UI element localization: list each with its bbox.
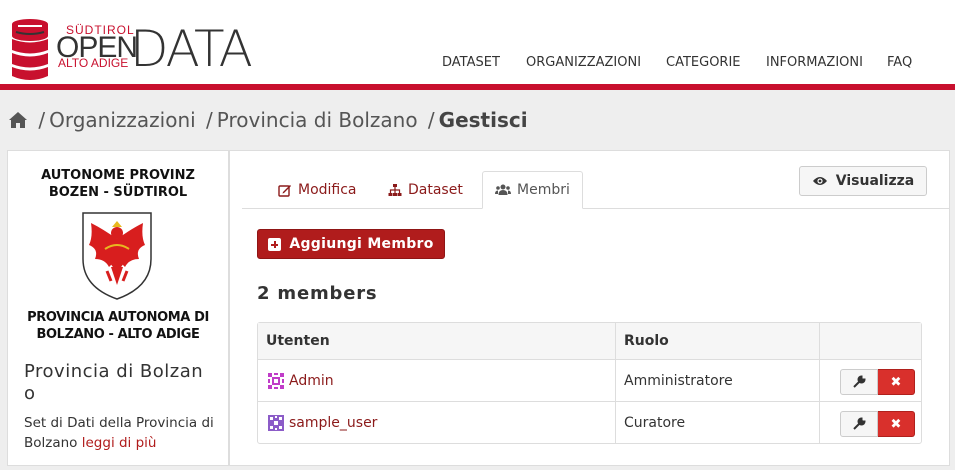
site-header: SÜDTIROL OPEN ALTO ADIGE DATA DATASET OR… (0, 0, 955, 84)
tab-membri[interactable]: Membri (482, 171, 583, 209)
eye-icon (812, 177, 827, 185)
add-member-button[interactable]: Aggiungi Membro (257, 229, 445, 259)
org-logo-line: BOLZANO - ALTO ADIGE (36, 327, 200, 342)
tab-label: Dataset (408, 182, 463, 198)
nav-informazioni[interactable]: INFORMAZIONI (766, 55, 863, 70)
tab-label: Membri (517, 182, 570, 198)
nav-faq[interactable]: FAQ (887, 55, 912, 70)
actions-cell: ✖ (819, 360, 922, 401)
user-avatar-icon (266, 412, 286, 433)
add-member-label: Aggiungi Membro (289, 236, 434, 252)
user-avatar-icon (266, 370, 286, 391)
user-name: Admin (289, 372, 334, 389)
breadcrumb-separator: / (206, 108, 213, 132)
sitemap-icon (388, 184, 402, 196)
user-cell: Admin (258, 360, 615, 401)
breadcrumb-separator: / (427, 108, 435, 132)
table-row: sample_user Curatore ✖ (258, 401, 921, 443)
org-logo-line: BOZEN - SÜDTIROL (48, 185, 188, 200)
breadcrumb-current: Gestisci (438, 108, 528, 132)
site-logo[interactable]: SÜDTIROL OPEN ALTO ADIGE DATA (8, 14, 268, 82)
close-icon: ✖ (890, 416, 902, 432)
column-header-user: Utenten (266, 333, 330, 349)
user-name: sample_user (289, 414, 378, 431)
visualizza-label: Visualizza (835, 173, 915, 189)
organization-sidebar: AUTONOME PROVINZ BOZEN - SÜDTIROL PROVIN… (7, 150, 229, 466)
tab-dataset[interactable]: Dataset (388, 171, 463, 209)
logo-altoadige-text: ALTO ADIGE (58, 56, 129, 70)
database-logo-icon (12, 19, 48, 80)
org-description: Set di Dati della Provincia di Bolzano l… (24, 413, 224, 453)
edit-member-button[interactable] (840, 411, 878, 437)
home-icon[interactable] (8, 111, 28, 129)
table-header-row: Utenten Ruolo (258, 323, 921, 359)
tab-modifica[interactable]: Modifica (278, 171, 357, 209)
row-actions: ✖ (840, 411, 915, 437)
table-row: Admin Amministratore ✖ (258, 359, 921, 401)
actions-cell: ✖ (819, 402, 922, 443)
org-logo-line: AUTONOME PROVINZ (41, 168, 195, 183)
column-header-actions (819, 323, 922, 359)
row-actions: ✖ (840, 369, 915, 395)
role-cell: Curatore (615, 402, 819, 443)
wrench-icon (853, 417, 866, 430)
role-cell: Amministratore (615, 360, 819, 401)
plus-square-icon (268, 237, 282, 251)
main-content: Modifica Dataset Membri Visualizza Aggiu… (229, 150, 950, 466)
nav-dataset[interactable]: DATASET (442, 55, 500, 70)
breadcrumb-provincia[interactable]: Provincia di Bolzano (217, 108, 418, 132)
user-link[interactable]: sample_user (266, 412, 378, 433)
visualizza-button[interactable]: Visualizza (799, 166, 927, 196)
nav-categorie[interactable]: CATEGORIE (666, 55, 741, 70)
org-logo-bottom-text: PROVINCIA AUTONOMA DI BOLZANO - ALTO ADI… (8, 309, 228, 343)
user-cell: sample_user (258, 402, 615, 443)
group-icon (495, 184, 511, 195)
nav-organizzazioni[interactable]: ORGANIZZAZIONI (526, 55, 641, 70)
org-logo-line: PROVINCIA AUTONOMA DI (27, 310, 209, 325)
members-count-heading: 2 members (257, 283, 378, 304)
user-link[interactable]: Admin (266, 370, 334, 391)
members-table: Utenten Ruolo Admin Amministratore ✖ sam… (257, 322, 922, 444)
delete-member-button[interactable]: ✖ (878, 369, 915, 395)
header-accent-bar (0, 84, 955, 90)
wrench-icon (853, 375, 866, 388)
eagle-crest-icon (82, 212, 152, 300)
breadcrumb-organizzazioni[interactable]: Organizzazioni (49, 108, 196, 132)
logo-data-text: DATA (130, 20, 253, 78)
edit-member-button[interactable] (840, 369, 878, 395)
read-more-link[interactable]: leggi di più (82, 435, 157, 451)
org-logo-top-text: AUTONOME PROVINZ BOZEN - SÜDTIROL (8, 167, 228, 201)
delete-member-button[interactable]: ✖ (878, 411, 915, 437)
tab-label: Modifica (298, 182, 357, 198)
column-header-role: Ruolo (615, 323, 819, 359)
close-icon: ✖ (890, 374, 902, 390)
org-name-heading: Provincia di Bolzano (24, 361, 204, 404)
breadcrumb-separator: / (38, 108, 46, 132)
breadcrumb: / Organizzazioni / Provincia di Bolzano / G… (8, 108, 528, 132)
edit-icon (278, 185, 291, 197)
